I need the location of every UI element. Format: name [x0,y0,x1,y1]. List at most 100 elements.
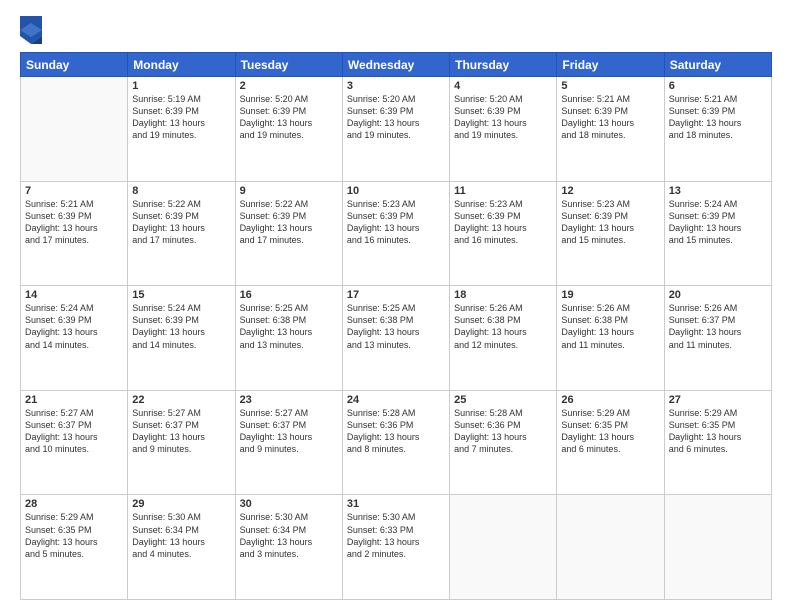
calendar-header-tuesday: Tuesday [235,53,342,77]
calendar-table: SundayMondayTuesdayWednesdayThursdayFrid… [20,52,772,600]
calendar-cell: 18Sunrise: 5:26 AM Sunset: 6:38 PM Dayli… [450,286,557,391]
calendar-cell [450,495,557,600]
day-number: 21 [25,394,123,406]
day-info: Sunrise: 5:21 AM Sunset: 6:39 PM Dayligh… [561,93,659,142]
calendar-cell: 11Sunrise: 5:23 AM Sunset: 6:39 PM Dayli… [450,181,557,286]
day-number: 17 [347,289,445,301]
day-number: 27 [669,394,767,406]
day-info: Sunrise: 5:30 AM Sunset: 6:33 PM Dayligh… [347,511,445,560]
day-info: Sunrise: 5:28 AM Sunset: 6:36 PM Dayligh… [454,407,552,456]
page: SundayMondayTuesdayWednesdayThursdayFrid… [0,0,792,612]
day-number: 2 [240,80,338,92]
day-number: 31 [347,498,445,510]
calendar-week-4: 28Sunrise: 5:29 AM Sunset: 6:35 PM Dayli… [21,495,772,600]
day-info: Sunrise: 5:22 AM Sunset: 6:39 PM Dayligh… [240,198,338,247]
day-info: Sunrise: 5:30 AM Sunset: 6:34 PM Dayligh… [240,511,338,560]
calendar-cell: 29Sunrise: 5:30 AM Sunset: 6:34 PM Dayli… [128,495,235,600]
day-info: Sunrise: 5:26 AM Sunset: 6:38 PM Dayligh… [561,302,659,351]
calendar-cell: 2Sunrise: 5:20 AM Sunset: 6:39 PM Daylig… [235,77,342,182]
day-number: 11 [454,185,552,197]
calendar-cell: 7Sunrise: 5:21 AM Sunset: 6:39 PM Daylig… [21,181,128,286]
calendar-cell: 27Sunrise: 5:29 AM Sunset: 6:35 PM Dayli… [664,390,771,495]
calendar-header-wednesday: Wednesday [342,53,449,77]
day-info: Sunrise: 5:26 AM Sunset: 6:37 PM Dayligh… [669,302,767,351]
day-number: 13 [669,185,767,197]
calendar-cell: 20Sunrise: 5:26 AM Sunset: 6:37 PM Dayli… [664,286,771,391]
calendar-cell [21,77,128,182]
day-info: Sunrise: 5:30 AM Sunset: 6:34 PM Dayligh… [132,511,230,560]
day-number: 4 [454,80,552,92]
calendar-cell: 30Sunrise: 5:30 AM Sunset: 6:34 PM Dayli… [235,495,342,600]
day-info: Sunrise: 5:20 AM Sunset: 6:39 PM Dayligh… [454,93,552,142]
calendar-cell: 10Sunrise: 5:23 AM Sunset: 6:39 PM Dayli… [342,181,449,286]
calendar-cell: 12Sunrise: 5:23 AM Sunset: 6:39 PM Dayli… [557,181,664,286]
calendar-cell [664,495,771,600]
calendar-cell: 4Sunrise: 5:20 AM Sunset: 6:39 PM Daylig… [450,77,557,182]
calendar-cell: 22Sunrise: 5:27 AM Sunset: 6:37 PM Dayli… [128,390,235,495]
day-info: Sunrise: 5:27 AM Sunset: 6:37 PM Dayligh… [132,407,230,456]
calendar-header-thursday: Thursday [450,53,557,77]
day-number: 8 [132,185,230,197]
calendar-cell: 31Sunrise: 5:30 AM Sunset: 6:33 PM Dayli… [342,495,449,600]
day-number: 16 [240,289,338,301]
day-number: 1 [132,80,230,92]
calendar-header-friday: Friday [557,53,664,77]
logo [20,16,46,44]
calendar-cell: 19Sunrise: 5:26 AM Sunset: 6:38 PM Dayli… [557,286,664,391]
calendar-header-monday: Monday [128,53,235,77]
header [20,16,772,44]
calendar-cell: 15Sunrise: 5:24 AM Sunset: 6:39 PM Dayli… [128,286,235,391]
calendar-cell: 14Sunrise: 5:24 AM Sunset: 6:39 PM Dayli… [21,286,128,391]
calendar-week-1: 7Sunrise: 5:21 AM Sunset: 6:39 PM Daylig… [21,181,772,286]
calendar-cell: 3Sunrise: 5:20 AM Sunset: 6:39 PM Daylig… [342,77,449,182]
day-info: Sunrise: 5:24 AM Sunset: 6:39 PM Dayligh… [669,198,767,247]
day-number: 14 [25,289,123,301]
calendar-cell: 8Sunrise: 5:22 AM Sunset: 6:39 PM Daylig… [128,181,235,286]
calendar-cell [557,495,664,600]
calendar-cell: 28Sunrise: 5:29 AM Sunset: 6:35 PM Dayli… [21,495,128,600]
day-info: Sunrise: 5:27 AM Sunset: 6:37 PM Dayligh… [25,407,123,456]
day-info: Sunrise: 5:26 AM Sunset: 6:38 PM Dayligh… [454,302,552,351]
day-number: 28 [25,498,123,510]
day-number: 19 [561,289,659,301]
day-number: 26 [561,394,659,406]
day-number: 7 [25,185,123,197]
day-info: Sunrise: 5:20 AM Sunset: 6:39 PM Dayligh… [347,93,445,142]
day-number: 12 [561,185,659,197]
day-number: 10 [347,185,445,197]
calendar-week-2: 14Sunrise: 5:24 AM Sunset: 6:39 PM Dayli… [21,286,772,391]
day-info: Sunrise: 5:29 AM Sunset: 6:35 PM Dayligh… [669,407,767,456]
day-number: 3 [347,80,445,92]
day-info: Sunrise: 5:24 AM Sunset: 6:39 PM Dayligh… [25,302,123,351]
day-info: Sunrise: 5:23 AM Sunset: 6:39 PM Dayligh… [347,198,445,247]
day-info: Sunrise: 5:28 AM Sunset: 6:36 PM Dayligh… [347,407,445,456]
calendar-header-row: SundayMondayTuesdayWednesdayThursdayFrid… [21,53,772,77]
day-number: 5 [561,80,659,92]
day-number: 29 [132,498,230,510]
calendar-week-0: 1Sunrise: 5:19 AM Sunset: 6:39 PM Daylig… [21,77,772,182]
day-info: Sunrise: 5:22 AM Sunset: 6:39 PM Dayligh… [132,198,230,247]
calendar-cell: 26Sunrise: 5:29 AM Sunset: 6:35 PM Dayli… [557,390,664,495]
day-info: Sunrise: 5:20 AM Sunset: 6:39 PM Dayligh… [240,93,338,142]
day-number: 25 [454,394,552,406]
day-info: Sunrise: 5:19 AM Sunset: 6:39 PM Dayligh… [132,93,230,142]
day-number: 30 [240,498,338,510]
day-number: 15 [132,289,230,301]
day-number: 9 [240,185,338,197]
calendar-header-sunday: Sunday [21,53,128,77]
day-info: Sunrise: 5:23 AM Sunset: 6:39 PM Dayligh… [454,198,552,247]
day-number: 20 [669,289,767,301]
calendar-cell: 13Sunrise: 5:24 AM Sunset: 6:39 PM Dayli… [664,181,771,286]
day-info: Sunrise: 5:23 AM Sunset: 6:39 PM Dayligh… [561,198,659,247]
calendar-cell: 24Sunrise: 5:28 AM Sunset: 6:36 PM Dayli… [342,390,449,495]
day-info: Sunrise: 5:25 AM Sunset: 6:38 PM Dayligh… [347,302,445,351]
day-number: 22 [132,394,230,406]
calendar-cell: 16Sunrise: 5:25 AM Sunset: 6:38 PM Dayli… [235,286,342,391]
day-info: Sunrise: 5:21 AM Sunset: 6:39 PM Dayligh… [669,93,767,142]
logo-icon [20,16,42,44]
day-number: 6 [669,80,767,92]
day-number: 18 [454,289,552,301]
day-info: Sunrise: 5:29 AM Sunset: 6:35 PM Dayligh… [25,511,123,560]
day-info: Sunrise: 5:21 AM Sunset: 6:39 PM Dayligh… [25,198,123,247]
day-number: 23 [240,394,338,406]
